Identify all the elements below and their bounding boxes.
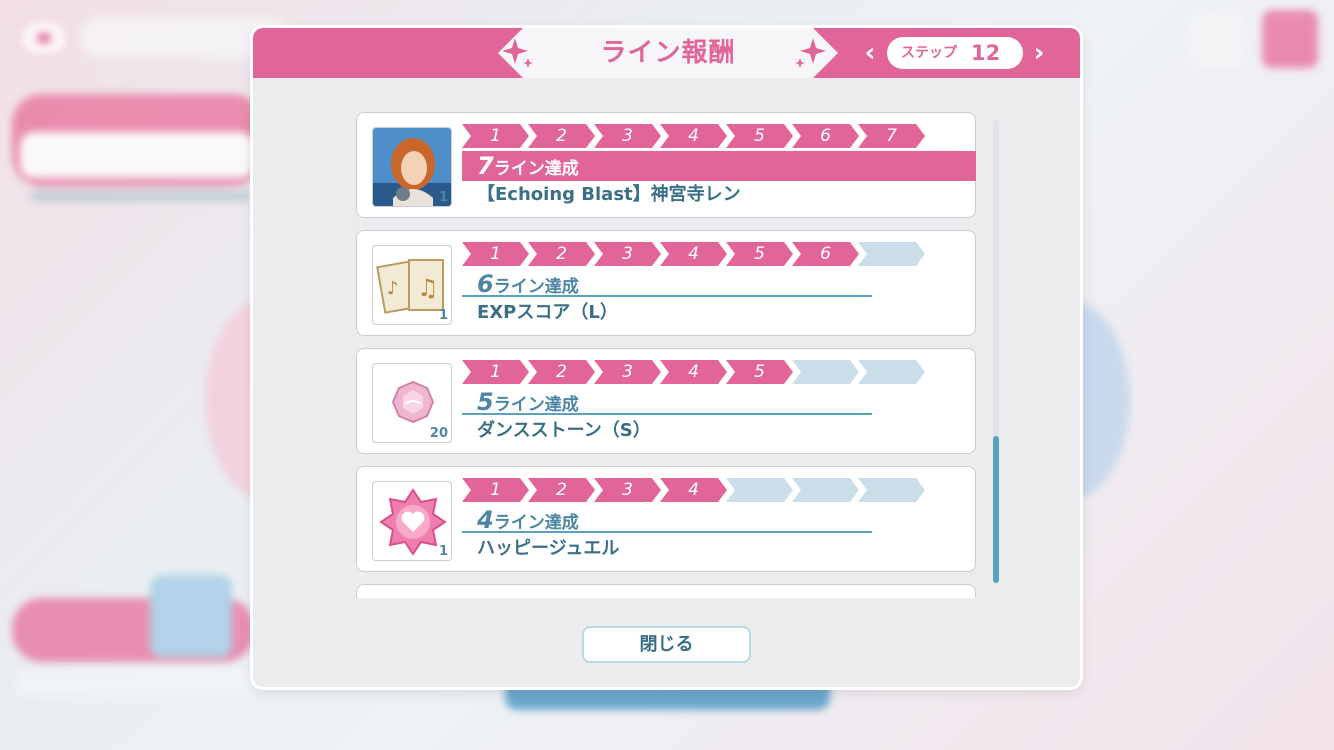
line-steps: 1 2 3 4 5 xyxy=(462,360,927,384)
background-menu-icon xyxy=(1262,10,1318,68)
svg-text:♪: ♪ xyxy=(387,278,399,299)
line-achieve-label: ライン達成 xyxy=(493,277,579,297)
background-back-button xyxy=(18,18,70,58)
step-chevron: 6 xyxy=(792,242,859,266)
reward-name: EXPスコア（L） xyxy=(477,302,618,323)
svg-text:♫: ♫ xyxy=(417,274,439,302)
step-chevron-empty xyxy=(792,360,859,384)
step-chevron: 4 xyxy=(660,242,727,266)
happy-jewel-icon: 1 xyxy=(372,481,452,561)
step-chevron-empty xyxy=(858,478,925,502)
item-count: 20 xyxy=(429,426,448,441)
reward-row: 1 1 2 3 4 4ライン達成 ハッピージュエル xyxy=(356,466,976,572)
step-chevron: 1 xyxy=(462,124,529,148)
line-achievement: 4ライン達成 xyxy=(462,507,872,533)
reward-row: 1 1 2 3 4 5 6 7 7ライン達成 【Echoing Blast】神宮… xyxy=(356,112,976,218)
step-chevron: 2 xyxy=(528,360,595,384)
step-chevron: 5 xyxy=(726,242,793,266)
step-prev-icon[interactable]: ‹ xyxy=(860,39,880,67)
dialog-header: ライン報酬 ‹ ステップ 12 › xyxy=(253,28,1080,78)
step-chevron: 3 xyxy=(594,124,661,148)
reward-list[interactable]: 1 1 2 3 4 5 6 7 7ライン達成 【Echoing Blast】神宮… xyxy=(356,112,978,598)
line-steps: 1 2 3 4 5 6 xyxy=(462,242,927,266)
background-divider xyxy=(30,190,250,202)
step-chevron: 3 xyxy=(594,360,661,384)
line-count: 7 xyxy=(477,152,494,180)
background-info-card xyxy=(12,94,262,186)
line-count: 6 xyxy=(477,270,494,298)
step-chevron-empty xyxy=(792,478,859,502)
step-chevron-empty xyxy=(726,478,793,502)
background-bottom-label xyxy=(16,670,252,696)
line-reward-dialog: ライン報酬 ‹ ステップ 12 › 1 1 2 3 4 5 6 7 7ライン達成… xyxy=(253,28,1080,687)
line-count: 5 xyxy=(477,388,494,416)
step-chevron: 4 xyxy=(660,360,727,384)
line-steps: 1 2 3 4 xyxy=(462,478,927,502)
sheet-music-icon: ♫ ♪ 1 xyxy=(372,245,452,325)
step-chevron: 6 xyxy=(792,124,859,148)
reward-row: ♫ ♪ 1 1 2 3 4 5 6 6ライン達成 EXPスコア（L） xyxy=(356,230,976,336)
background-bottom-image xyxy=(150,575,232,657)
step-chevron: 3 xyxy=(594,478,661,502)
step-chevron: 2 xyxy=(528,478,595,502)
step-chevron: 2 xyxy=(528,124,595,148)
step-value: 12 xyxy=(971,41,1001,65)
reward-row: 20 1 2 3 4 5 5ライン達成 ダンスストーン（S） xyxy=(356,348,976,454)
sparkle-icon xyxy=(795,38,826,68)
step-chevron: 7 xyxy=(858,124,925,148)
reward-name: ダンスストーン（S） xyxy=(477,420,651,441)
idol-card-image: 1 xyxy=(372,127,452,207)
line-achieve-label: ライン達成 xyxy=(493,159,579,179)
item-count: 1 xyxy=(438,308,448,323)
reward-name: ハッピージュエル xyxy=(477,538,620,559)
line-achievement: 6ライン達成 xyxy=(462,271,872,297)
reward-row xyxy=(356,584,976,598)
step-chevron: 1 xyxy=(462,242,529,266)
line-achieve-label: ライン達成 xyxy=(493,395,579,415)
background-home-icon xyxy=(1192,14,1244,66)
step-next-icon[interactable]: › xyxy=(1029,39,1049,67)
step-chevron-empty xyxy=(858,360,925,384)
line-count: 4 xyxy=(477,506,494,534)
item-count: 1 xyxy=(438,544,448,559)
step-chevron: 4 xyxy=(660,478,727,502)
step-label: ステップ xyxy=(901,45,957,61)
line-achieve-label: ライン達成 xyxy=(493,513,579,533)
step-chevron: 1 xyxy=(462,478,529,502)
line-achievement-highlighted: 7ライン達成 xyxy=(462,151,976,181)
close-button[interactable]: 閉じる xyxy=(582,626,751,663)
dance-stone-icon: 20 xyxy=(372,363,452,443)
step-chevron: 1 xyxy=(462,360,529,384)
dialog-title: ライン報酬 xyxy=(600,38,736,68)
step-chevron: 5 xyxy=(726,124,793,148)
step-chevron: 5 xyxy=(726,360,793,384)
step-indicator: ステップ 12 xyxy=(887,37,1023,69)
step-chevron: 2 xyxy=(528,242,595,266)
line-achievement: 5ライン達成 xyxy=(462,389,872,415)
scrollbar-thumb[interactable] xyxy=(993,436,999,583)
step-chevron-empty xyxy=(858,242,925,266)
line-steps: 1 2 3 4 5 6 7 xyxy=(462,124,927,148)
step-chevron: 4 xyxy=(660,124,727,148)
reward-name: 【Echoing Blast】神宮寺レン xyxy=(477,184,741,205)
step-chevron: 3 xyxy=(594,242,661,266)
item-count: 1 xyxy=(438,190,448,205)
